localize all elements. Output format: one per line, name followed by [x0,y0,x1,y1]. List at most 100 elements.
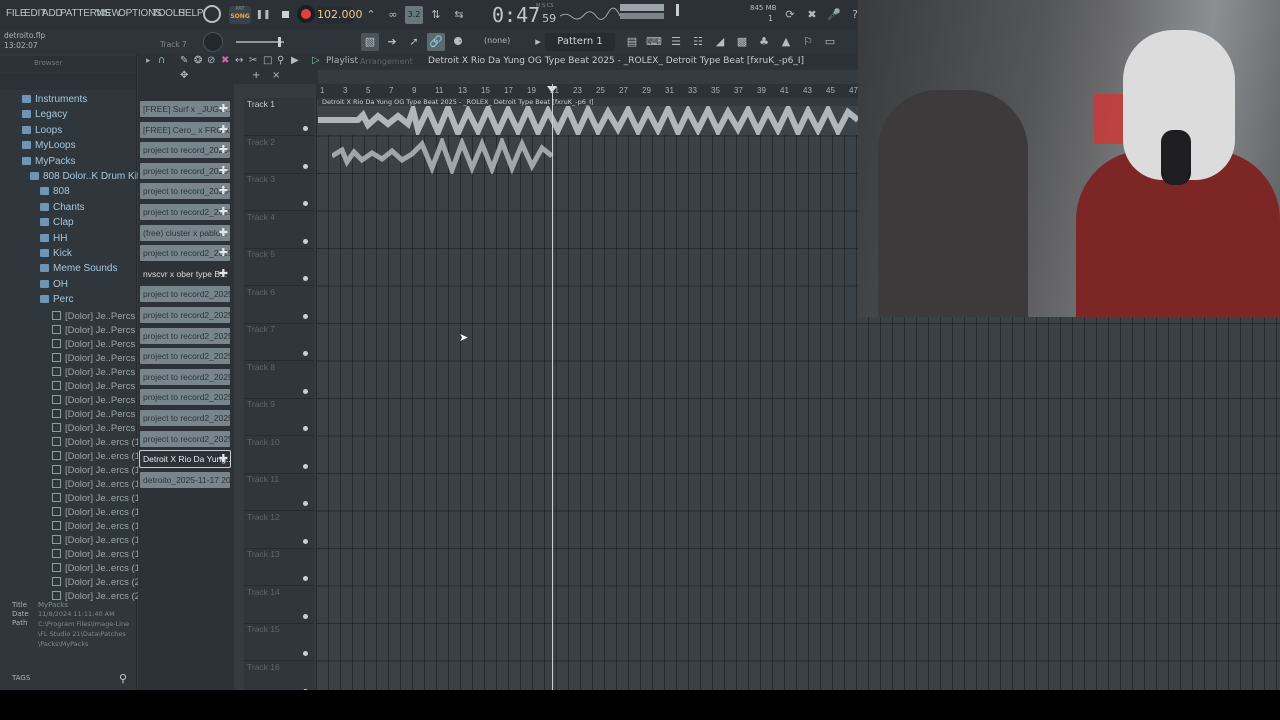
track-header-label[interactable]: Track 9 [247,399,315,409]
countdown-icon[interactable]: 3.2 [405,6,423,24]
track-mute-dot[interactable] [303,463,308,469]
piano-icon[interactable]: ⌨ [645,33,663,51]
tools-icon[interactable]: ✖ [803,6,821,24]
track-mute-dot[interactable] [303,576,308,581]
track-header-label[interactable]: Track 5 [247,249,315,259]
browser-file[interactable]: [Dolor] Je..Percs (3) [52,339,149,350]
browser-icon[interactable]: ◢ [711,33,729,51]
playlist-menu-arrow[interactable]: ▸ [146,56,151,66]
master-volume-slider[interactable] [236,41,284,43]
pattern-song-toggle[interactable]: PAT SONG [229,6,251,24]
add-clip-icon[interactable]: ✚ [219,266,228,282]
clip-source-item[interactable]: project to record_2025-1...✚ [140,162,230,179]
track-header-label[interactable]: Track 11 [247,474,315,484]
playlist-icon[interactable]: ▤ [623,33,641,51]
track-header-label[interactable]: Track 2 [247,137,315,147]
track-mute-dot[interactable] [303,276,308,281]
clip-source-item[interactable]: project to record2_2025-... [140,410,230,426]
wait-input-icon[interactable]: ∞ [384,6,402,24]
browser-folder[interactable]: OH [40,279,68,290]
clip-source-item[interactable]: [FREE] Cero_ x FRO x... ✚ [140,121,230,138]
track-header-label[interactable]: Track 1 [247,99,315,109]
clip-source-item[interactable]: project to record2_2025-...✚ [140,204,230,220]
mixer-icon[interactable]: ☷ [689,33,707,51]
add-clip-icon[interactable]: ✚ [219,451,228,467]
master-pitch-knob[interactable] [203,32,223,52]
browser-file[interactable]: [Dolor] Je..ercs (14) [52,493,148,504]
clip-source-item[interactable]: project to record_2025-1...✚ [140,183,230,200]
clip-source-item[interactable]: project to record2_2025-... [140,307,230,323]
browser-folder[interactable]: Chants [40,202,85,213]
link-icon[interactable]: 🔗 [427,33,445,51]
track-header-label[interactable]: Track 3 [247,174,315,184]
browser-folder[interactable]: Instruments [22,94,87,105]
browser-file[interactable]: [Dolor] Je..Percs (6) [52,381,149,392]
render-icon[interactable]: ⚐ [799,33,817,51]
track-mute-dot[interactable] [303,238,308,244]
microphone-icon[interactable]: 🎤 [825,6,843,24]
clip-source-item[interactable]: [FREE] Surf x _JUGO... ✚ [140,101,230,117]
track-header-label[interactable]: Track 6 [247,287,315,297]
audio-clip-track1[interactable]: Detroit X Rio Da Yung OG Type Beat 2025 … [318,98,858,135]
snap-selector[interactable]: (none) [484,36,510,45]
add-clip-icon[interactable]: ✚ [219,183,228,199]
play-playlist-icon[interactable]: ▷ [312,55,320,66]
add-clip-icon[interactable]: ✚ [219,225,228,241]
clip-source-item[interactable]: project to record2_2025-... [140,389,230,406]
add-clip-icon[interactable]: ✚ [219,204,228,220]
track-mute-dot[interactable] [303,313,308,319]
browser-file[interactable]: [Dolor] Je..ercs (17) [52,535,148,546]
browser-folder[interactable]: Meme Sounds [40,263,117,274]
add-clip-icon[interactable]: ✚ [219,245,228,261]
paint-icon[interactable]: ❂ [194,55,202,66]
browser-file[interactable]: [Dolor] Je..ercs (10) [52,437,148,448]
clip-source-item[interactable]: (free) cluster x pablo... ✚ [140,224,230,241]
menu-help[interactable]: HELP [178,8,204,19]
track-mute-dot[interactable] [303,388,308,394]
browser-file[interactable]: [Dolor] Je..Percs (2) [52,325,149,336]
add-track-icon[interactable]: + [252,70,260,81]
arrow-right-icon[interactable]: ➜ [383,33,401,51]
close-x-icon[interactable]: × [272,70,280,81]
record-button[interactable] [297,5,315,23]
speaker-icon[interactable]: ▶ [291,55,299,66]
slider-handle[interactable] [278,37,281,47]
clip-source-item[interactable]: detroito_2025-11-17 20-... [140,471,230,488]
browser-folder[interactable]: HH [40,233,67,244]
pencil-icon[interactable]: ✎ [180,55,188,66]
stamp-icon[interactable]: ⚈ [449,33,467,51]
track-mute-dot[interactable] [303,651,308,656]
track-header-label[interactable]: Track 10 [247,437,315,447]
browser-file[interactable]: [Dolor] Je..ercs (13) [52,479,148,490]
slide-icon[interactable]: ➚ [405,33,423,51]
browser-folder[interactable]: Legacy [22,109,67,120]
cpu-meter-icon[interactable] [203,5,221,23]
add-clip-icon[interactable]: ✚ [219,101,228,117]
refresh-icon[interactable]: ⟳ [781,6,799,24]
track-header-label[interactable]: Track 15 [247,624,315,634]
slice-icon[interactable]: ✂ [249,55,257,66]
save-icon[interactable]: ▩ [733,33,751,51]
browser-file[interactable]: [Dolor] Je..ercs (16) [52,521,148,532]
select-icon[interactable]: □ [263,55,272,66]
clip-source-item[interactable]: project to record2_2025-...✚ [140,245,230,262]
browser-file[interactable]: [Dolor] Je..Percs (7) [52,395,149,406]
clip-source-item[interactable]: project to record2_2025-... [140,286,230,303]
clip-source-item[interactable]: project to record2_2025-... [140,327,230,344]
channel-rack-icon[interactable]: ☰ [667,33,685,51]
metronome-icon[interactable]: ⌃ [362,6,380,24]
track-mute-dot[interactable] [303,163,308,169]
clip-source-item[interactable]: Detroit X Rio Da Yung... ✚ [139,450,231,469]
browser-folder[interactable]: Loops [22,125,62,136]
track-header-label[interactable]: Track 7 [247,324,315,334]
clip-source-item[interactable]: project to record2_2025-... [140,430,230,447]
track-mute-dot[interactable] [303,426,308,431]
add-clip-icon[interactable]: ✚ [219,142,228,158]
pattern-selector[interactable]: Pattern 1 [545,33,615,51]
browser-file[interactable]: [Dolor] Je..ercs (12) [52,465,148,476]
browser-folder[interactable]: Clap [40,217,74,228]
browser-file[interactable]: [Dolor] Je..ercs (19) [52,563,148,574]
piano-roll-icon[interactable]: ▧ [361,33,379,51]
browser-file[interactable]: [Dolor] Je..ercs (15) [52,507,148,518]
browser-file[interactable]: [Dolor] Je..Percs (8) [52,409,149,420]
